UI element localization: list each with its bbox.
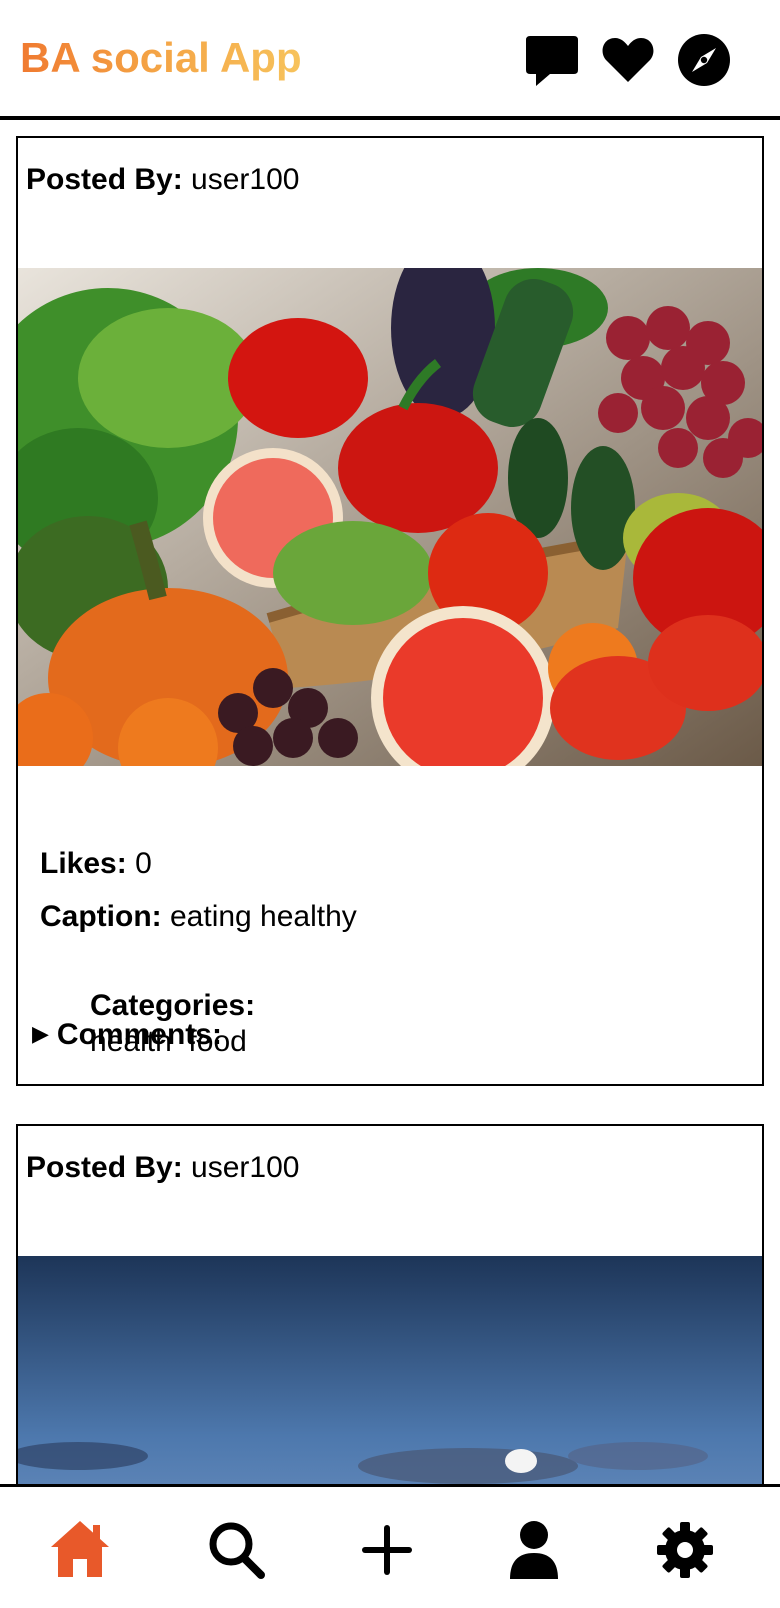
post-image[interactable] bbox=[18, 1256, 762, 1486]
post-card: Posted By: user100 bbox=[16, 1124, 764, 1486]
post-card: Posted By: user100 bbox=[16, 136, 764, 1086]
post-feed[interactable]: Posted By: user100 Likes: 0 Caption: eat… bbox=[0, 124, 780, 1486]
compass-icon[interactable] bbox=[676, 32, 732, 88]
home-icon[interactable] bbox=[47, 1517, 113, 1583]
likes-label: Likes: bbox=[40, 847, 127, 880]
comments-label: Comments: bbox=[56, 1018, 222, 1051]
caption-text: eating healthy bbox=[169, 900, 357, 933]
caption-row: Caption: eating healthy bbox=[40, 899, 357, 935]
heart-icon[interactable] bbox=[600, 32, 656, 88]
chat-icon[interactable] bbox=[524, 32, 580, 88]
likes-count: 0 bbox=[135, 847, 152, 880]
settings-icon[interactable] bbox=[652, 1517, 718, 1583]
post-image[interactable] bbox=[18, 268, 762, 766]
app-title: BA social App bbox=[20, 34, 302, 81]
comments-toggle[interactable]: ▶ Comments: bbox=[32, 1016, 222, 1053]
profile-icon[interactable] bbox=[501, 1517, 567, 1583]
add-icon[interactable] bbox=[354, 1517, 420, 1583]
posted-by-username[interactable]: user100 bbox=[191, 163, 299, 196]
posted-by: Posted By: user100 bbox=[26, 162, 299, 198]
posted-by: Posted By: user100 bbox=[26, 1150, 299, 1186]
bottom-nav bbox=[0, 1484, 780, 1608]
app-header: BA social App bbox=[0, 0, 780, 120]
disclosure-triangle-icon: ▶ bbox=[32, 1021, 49, 1046]
search-icon[interactable] bbox=[203, 1517, 269, 1583]
posted-by-username[interactable]: user100 bbox=[191, 1151, 299, 1184]
posted-by-label: Posted By: bbox=[26, 1151, 183, 1184]
likes-row: Likes: 0 bbox=[40, 846, 152, 882]
posted-by-label: Posted By: bbox=[26, 163, 183, 196]
caption-label: Caption: bbox=[40, 900, 162, 933]
